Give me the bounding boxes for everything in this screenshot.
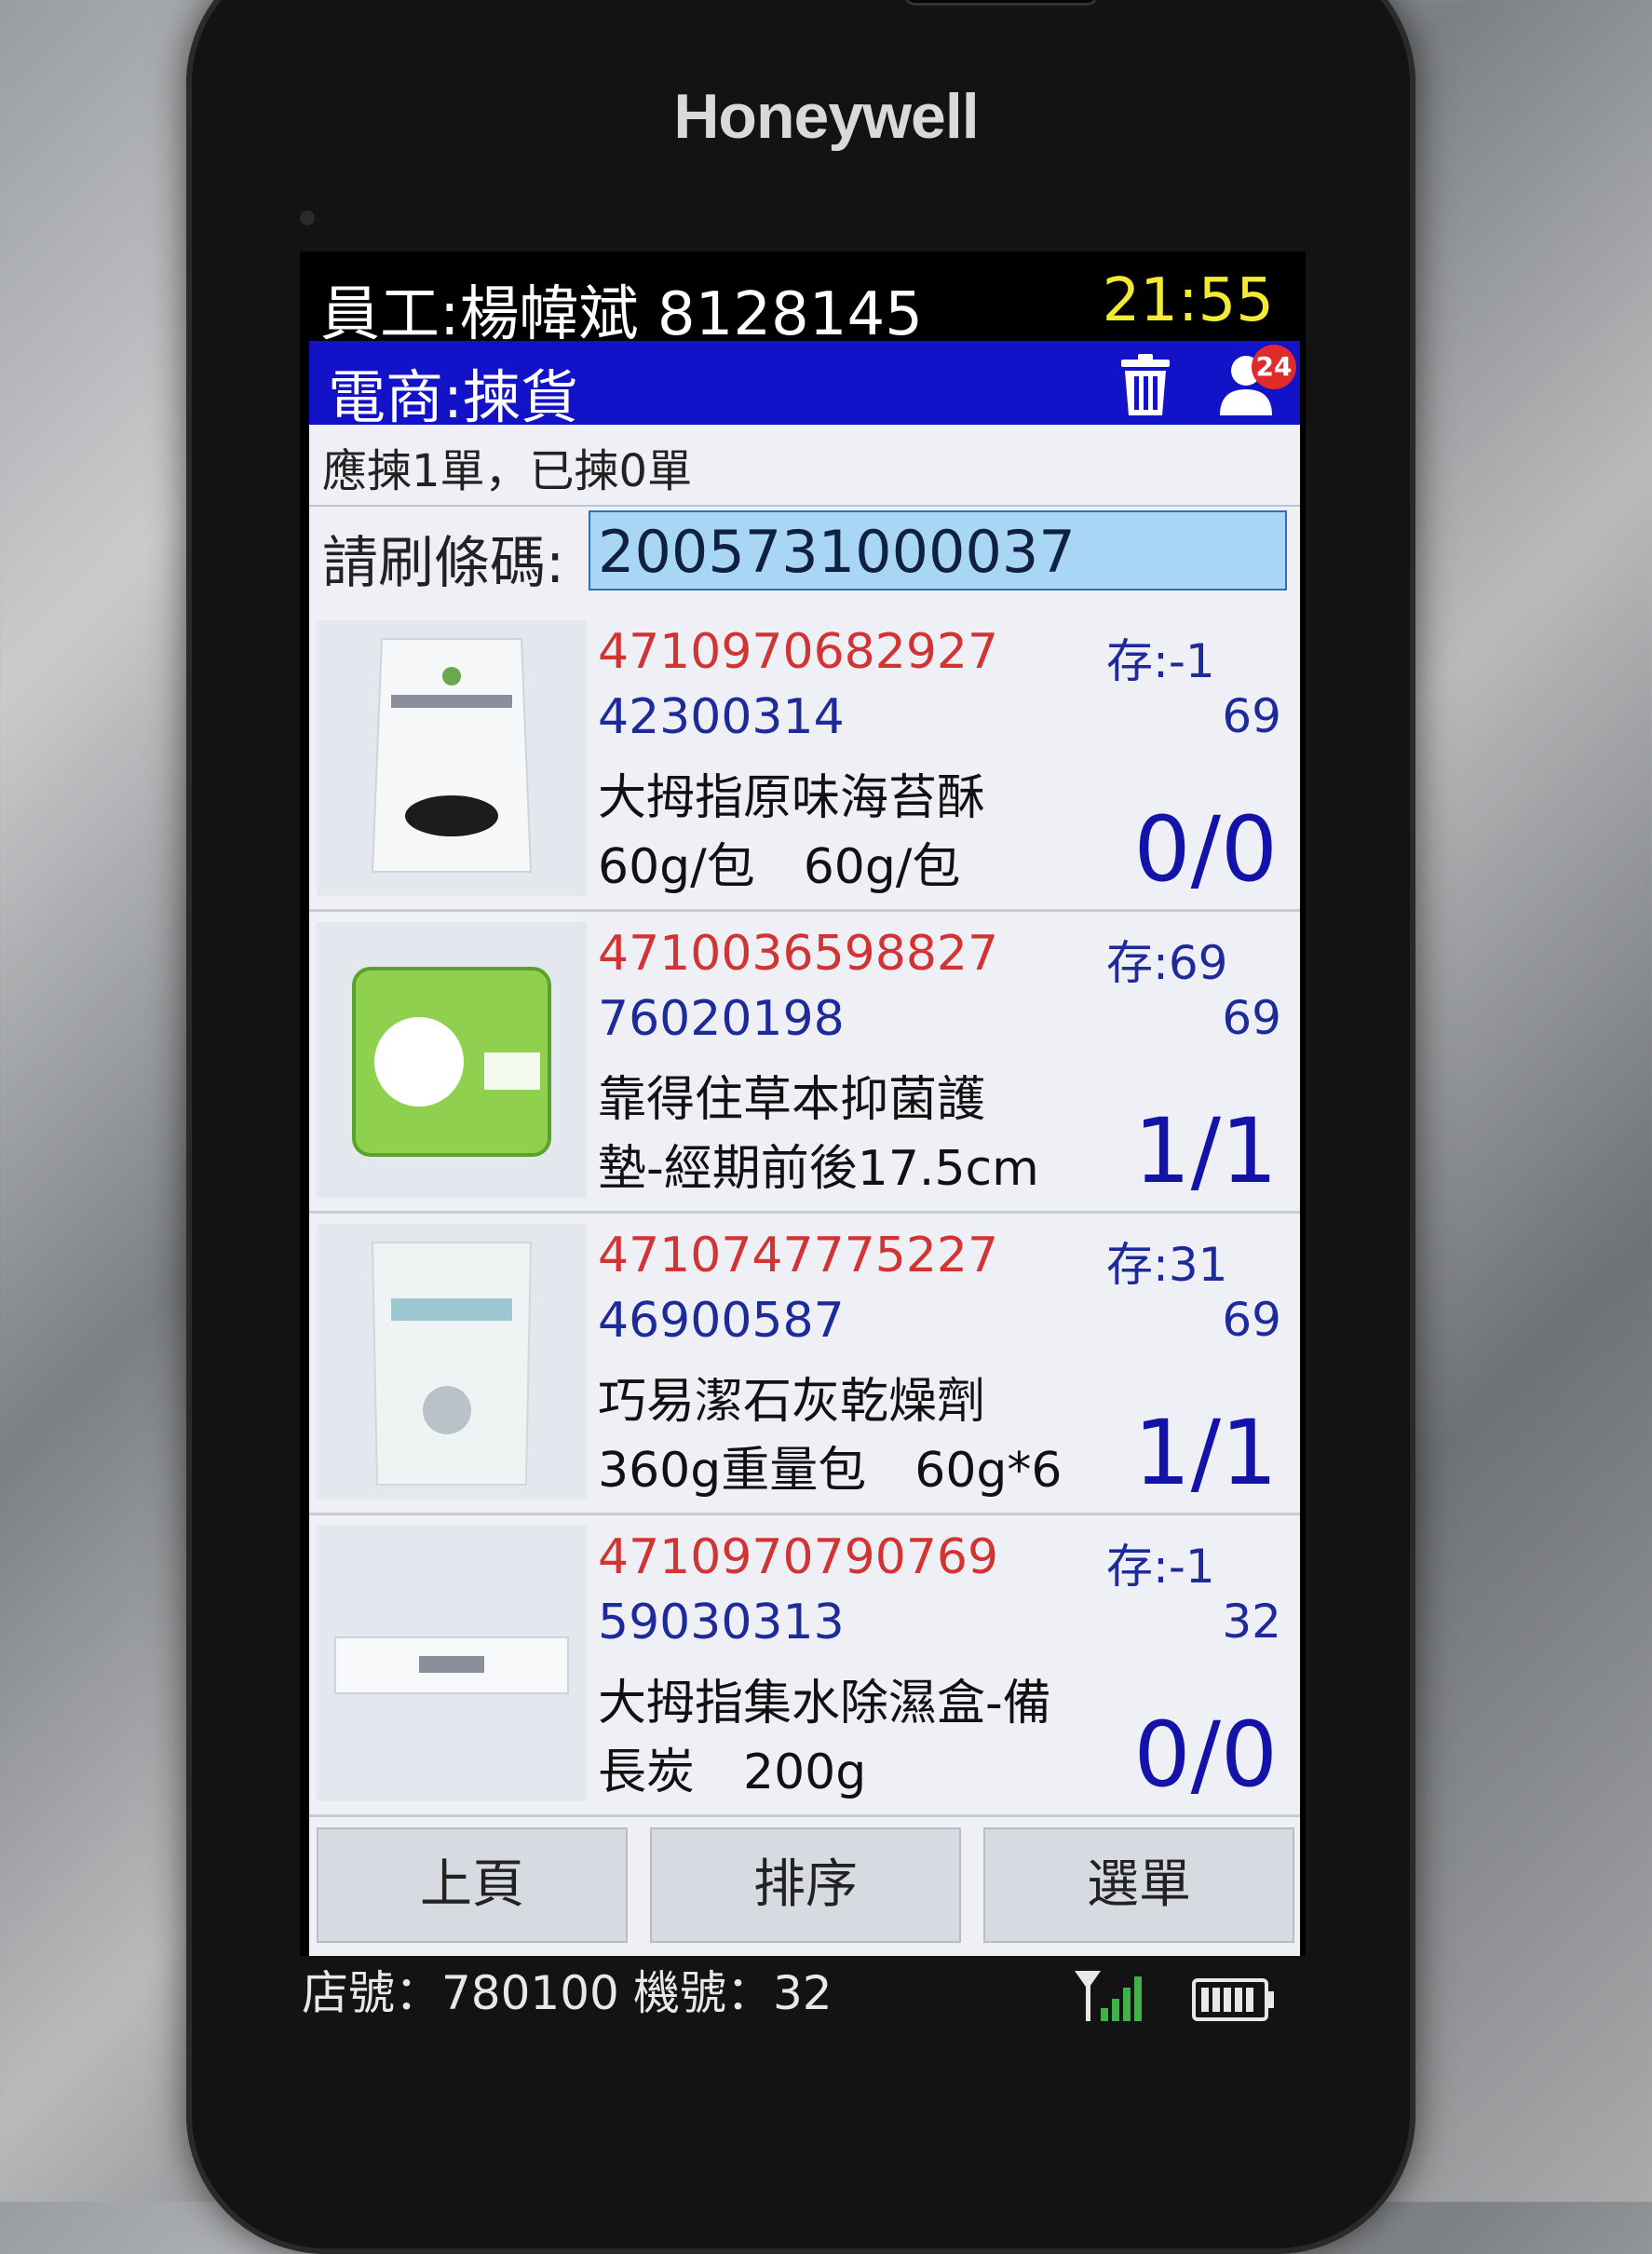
list-item[interactable]: 4710970790769 存:-1 59030313 32 大拇指集水除濕盒-… (309, 1516, 1300, 1817)
page-title: 電商:揀貨 (328, 363, 578, 431)
item-code: 42300314 (598, 689, 845, 745)
button-bar: 上頁 排序 選單 (309, 1827, 1300, 1948)
screen: 員工:楊幃斌 8128145 21:55 電商:揀貨 24 應揀1單，已揀0單 … (300, 251, 1306, 1956)
prev-page-button[interactable]: 上頁 (317, 1827, 628, 1943)
list-item[interactable]: 4710747775227 存:31 46900587 69 巧易潔石灰乾燥劑 … (309, 1215, 1300, 1515)
item-code: 76020198 (598, 991, 845, 1047)
item-pick-ratio: 0/0 (1133, 1703, 1279, 1807)
item-pick-ratio: 1/1 (1133, 1099, 1279, 1203)
item-name: 大拇指原味海苔酥 (598, 770, 986, 826)
scan-label: 請刷條碼: (322, 531, 565, 596)
barcode-input[interactable]: 2005731000037 (589, 510, 1287, 591)
item-stock: 存:-1 (1106, 1540, 1215, 1594)
list-item[interactable]: 4710036598827 存:69 76020198 69 靠得住草本抑菌護 … (309, 913, 1300, 1214)
item-spec: 長炭 200g (598, 1745, 867, 1800)
item-spec: 墊-經期前後17.5cm (598, 1141, 1039, 1197)
item-qty: 32 (1222, 1595, 1281, 1649)
item-pick-ratio: 1/1 (1133, 1401, 1279, 1505)
item-qty: 69 (1222, 1293, 1281, 1347)
item-code: 59030313 (598, 1595, 845, 1650)
item-ean: 4710036598827 (598, 926, 999, 982)
item-spec: 60g/包 60g/包 (598, 839, 961, 895)
item-spec: 360g重量包 60g*6 (598, 1443, 1063, 1499)
battery-icon (1192, 1976, 1276, 2027)
item-stock: 存:-1 (1106, 634, 1215, 688)
item-name: 巧易潔石灰乾燥劑 (598, 1374, 986, 1430)
list-item[interactable]: 4710970682927 存:-1 42300314 69 大拇指原味海苔酥 … (309, 611, 1300, 912)
product-image (317, 620, 587, 896)
product-image (317, 1526, 587, 1801)
title-bar: 電商:揀貨 24 (309, 341, 1300, 431)
product-image (317, 922, 587, 1198)
order-counts: 應揀1單，已揀0單 (322, 445, 693, 497)
camera-icon (300, 210, 315, 225)
item-ean: 4710970790769 (598, 1529, 999, 1585)
speaker-grille (903, 0, 1099, 6)
menu-button[interactable]: 選單 (983, 1827, 1294, 1943)
item-qty: 69 (1222, 689, 1281, 743)
item-ean: 4710747775227 (598, 1228, 999, 1283)
trash-icon[interactable] (1116, 352, 1175, 421)
item-ean: 4710970682927 (598, 624, 999, 680)
shop-number: 店號：780100 (302, 1966, 619, 2020)
item-pick-ratio: 0/0 (1133, 797, 1279, 902)
notification-badge: 24 (1252, 345, 1296, 389)
status-bar: 員工:楊幃斌 8128145 21:55 (300, 251, 1306, 349)
item-stock: 存:69 (1106, 936, 1228, 990)
item-code: 46900587 (598, 1293, 845, 1349)
sort-button[interactable]: 排序 (650, 1827, 961, 1943)
employee-label: 員工:楊幃斌 8128145 (320, 280, 923, 349)
divider (309, 505, 1300, 507)
machine-number: 機號：32 (633, 1966, 833, 2020)
clock: 21:55 (1102, 266, 1274, 335)
item-name: 靠得住草本抑菌護 (598, 1072, 986, 1128)
brand-logo: Honeywell (673, 81, 979, 152)
item-name: 大拇指集水除濕盒-備 (598, 1676, 1051, 1731)
signal-icon (1071, 1967, 1149, 2027)
main-content: 應揀1單，已揀0單 請刷條碼: 2005731000037 4710970682… (309, 425, 1300, 1956)
product-image (317, 1224, 587, 1500)
item-stock: 存:31 (1106, 1238, 1228, 1292)
item-qty: 69 (1222, 991, 1281, 1045)
item-list[interactable]: 4710970682927 存:-1 42300314 69 大拇指原味海苔酥 … (309, 611, 1300, 1818)
